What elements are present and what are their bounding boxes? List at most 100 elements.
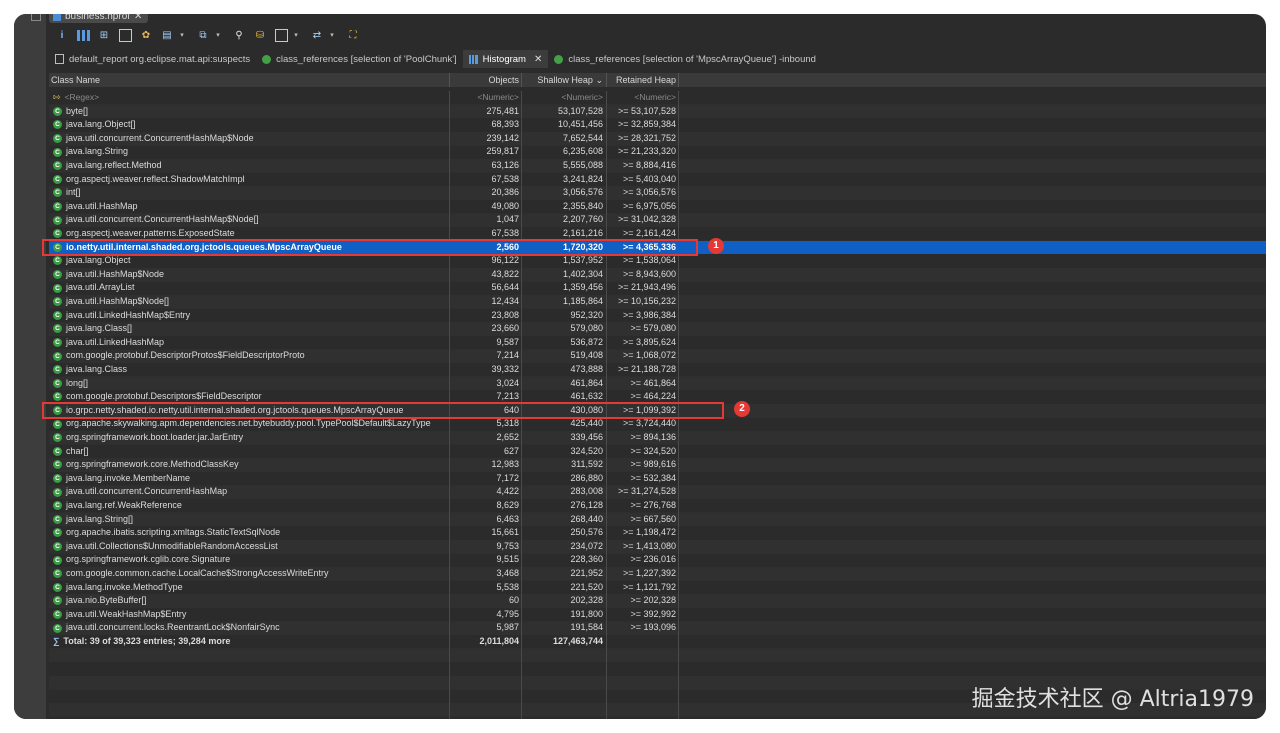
class-icon: C [53, 487, 62, 497]
query-browser-icon[interactable]: ⧉ [196, 28, 210, 42]
class-icon: C [53, 378, 62, 388]
thread-overview-icon[interactable]: ✿ [139, 28, 153, 42]
retained-filter-input[interactable]: <Numeric> [609, 91, 676, 105]
retained-heap-value: >= 1,198,472 [622, 527, 676, 538]
column-header-shallow-heap[interactable]: Shallow Heap ⌄ [529, 73, 603, 87]
table-row[interactable]: Corg.springframework.boot.loader.jar.Jar… [49, 431, 1266, 445]
table-row[interactable]: Cjava.util.WeakHashMap$Entry 4,795 191,800… [49, 608, 1266, 622]
table-row[interactable]: Cjava.lang.Class 39,332 473,888 >= 21,188,7… [49, 363, 1266, 377]
column-divider[interactable] [606, 73, 607, 87]
reports-icon[interactable]: ▤ [160, 28, 174, 42]
oql-icon[interactable] [118, 28, 132, 42]
table-row[interactable]: Cjava.lang.String 259,817 6,235,608 >= 21,2… [49, 145, 1266, 159]
table-row[interactable]: Cjava.nio.ByteBuffer[] 60 202,328 >= 202,32… [49, 594, 1266, 608]
table-row[interactable]: Ccom.google.common.cache.LocalCache$Stro… [49, 567, 1266, 581]
shallow-heap-value: 191,584 [570, 622, 603, 633]
annotation-highlight-box [42, 401, 724, 420]
table-row[interactable]: Cjava.util.concurrent.ConcurrentHashMap 4… [49, 485, 1266, 499]
tab-histogram[interactable]: Histogram ✕ [462, 50, 549, 68]
class-name: com.google.protobuf.DescriptorProtos$Fie… [66, 350, 305, 361]
table-row[interactable]: Cjava.lang.reflect.Method 63,126 5,555,088… [49, 159, 1266, 173]
tab-class-references-mpsc[interactable]: class_references [selection of 'MpscArra… [548, 50, 822, 68]
table-row[interactable]: Ccom.google.protobuf.DescriptorProtos$Fi… [49, 349, 1266, 363]
shallow-filter-input[interactable]: <Numeric> [527, 91, 603, 105]
class-icon: C [53, 351, 62, 361]
shallow-heap-value: 339,456 [570, 432, 603, 442]
table-row[interactable]: Cjava.util.concurrent.ConcurrentHashMap$… [49, 213, 1266, 227]
table-row[interactable]: Corg.apache.ibatis.scripting.xmltags.Sta… [49, 526, 1266, 540]
table-row[interactable]: Cjava.lang.ref.WeakReference 8,629 276,128… [49, 499, 1266, 513]
objects-value: 63,126 [491, 160, 519, 170]
table-row[interactable]: Clong[] 3,024 461,864 >= 461,864 [49, 377, 1266, 391]
table-row[interactable]: Cjava.util.HashMap 49,080 2,355,840 >= 6,97… [49, 200, 1266, 214]
close-icon[interactable]: ✕ [534, 54, 542, 65]
table-row[interactable]: Cint[] 20,386 3,056,576 >= 3,056,576 [49, 186, 1266, 200]
table-row[interactable]: Cjava.lang.invoke.MethodType 5,538 221,520… [49, 581, 1266, 595]
overview-icon[interactable]: i [55, 28, 69, 42]
table-row[interactable]: Corg.apache.skywalking.apm.dependencies.… [49, 417, 1266, 431]
export-icon[interactable]: ⛶ [346, 28, 360, 42]
table-row[interactable]: Cjava.lang.String[] 6,463 268,440 >= 667,56… [49, 513, 1266, 527]
reports-dropdown-icon[interactable]: ▾ [175, 28, 189, 42]
table-row[interactable]: Cchar[] 627 324,520 >= 324,520 [49, 445, 1266, 459]
search-icon[interactable]: ⚲ [232, 28, 246, 42]
objects-filter-input[interactable]: <Numeric> [449, 91, 519, 105]
retained-heap-value: >= 324,520 [630, 445, 676, 456]
regex-filter-input[interactable]: <Regex> [65, 91, 100, 105]
table-row[interactable]: Cjava.lang.Object 96,122 1,537,952 >= 1,538… [49, 254, 1266, 268]
table-row[interactable]: Cjava.lang.Class[] 23,660 579,080 >= 579,08… [49, 322, 1266, 336]
objects-value: 23,660 [491, 323, 519, 334]
table-row[interactable]: Cjava.util.concurrent.ConcurrentHashMap$… [49, 132, 1266, 146]
group-dropdown-icon[interactable]: ▾ [325, 28, 339, 42]
tab-default-report[interactable]: default_report org.eclipse.mat.api:suspe… [49, 50, 256, 68]
column-header-objects[interactable]: Objects [449, 73, 519, 87]
retained-heap-value: >= 21,233,320 [617, 146, 676, 157]
class-name: long[] [66, 377, 89, 388]
objects-value: 4,422 [496, 486, 519, 497]
column-divider[interactable] [678, 73, 679, 87]
tab-class-references-poolchunk[interactable]: class_references [selection of 'PoolChun… [256, 50, 463, 68]
table-row[interactable]: Cjava.lang.Object[] 68,393 10,451,456 >= 32… [49, 118, 1266, 132]
table-row[interactable]: Cbyte[] 275,481 53,107,528 >= 53,107,528 [49, 105, 1266, 119]
objects-value: 7,172 [496, 472, 519, 483]
class-icon: C [53, 134, 62, 144]
heap-dump-icon [53, 14, 61, 21]
shallow-heap-value: 6,235,608 [562, 146, 603, 157]
class-icon: C [53, 528, 62, 538]
table-row[interactable]: Cjava.util.LinkedHashMap$Entry 23,808 952,… [49, 309, 1266, 323]
table-row[interactable]: Cjava.util.HashMap$Node 43,822 1,402,304 >=… [49, 268, 1266, 282]
table-row[interactable]: Cjava.util.LinkedHashMap 9,587 536,872 >= 3… [49, 336, 1266, 350]
class-icon: C [53, 120, 62, 130]
class-icon: C [53, 338, 62, 348]
calculate-retained-icon[interactable] [274, 28, 288, 42]
column-header-class-name[interactable]: Class Name [51, 73, 100, 87]
editor-tab[interactable]: business.hprof ✕ [49, 14, 149, 23]
table-row[interactable]: Corg.springframework.cglib.core.Signatur… [49, 553, 1266, 567]
table-row[interactable]: Cjava.util.concurrent.locks.ReentrantLoc… [49, 621, 1266, 635]
table-row[interactable]: Corg.aspectj.weaver.reflect.ShadowMatchI… [49, 173, 1266, 187]
editor-tab-close-icon[interactable]: ✕ [134, 14, 142, 23]
heap-dump-overview-icon[interactable]: ⛁ [253, 28, 267, 42]
class-name: java.util.concurrent.locks.ReentrantLock… [66, 622, 280, 633]
histogram-toolbar-icon[interactable] [76, 28, 90, 42]
editor-tab-title: business.hprof [65, 14, 131, 22]
tab-label: class_references [selection of 'MpscArra… [568, 53, 816, 65]
objects-value: 7,214 [496, 350, 519, 361]
table-row[interactable]: Cjava.util.ArrayList 56,644 1,359,456 >= 21… [49, 281, 1266, 295]
query-dropdown-icon[interactable]: ▾ [211, 28, 225, 42]
group-by-icon[interactable]: ⇄ [310, 28, 324, 42]
column-divider[interactable] [521, 73, 522, 87]
calculate-dropdown-icon[interactable]: ▾ [289, 28, 303, 42]
minimize-icon[interactable] [31, 14, 41, 21]
column-header-retained-heap[interactable]: Retained Heap [614, 73, 676, 87]
table-row[interactable]: Cjava.util.Collections$UnmodifiableRando… [49, 540, 1266, 554]
table-row[interactable]: Cjava.lang.invoke.MemberName 7,172 286,880… [49, 472, 1266, 486]
table-row[interactable]: Corg.springframework.core.MethodClassKey… [49, 458, 1266, 472]
annotation-badge: 2 [734, 400, 750, 417]
class-name: java.util.ArrayList [66, 282, 135, 293]
table-row[interactable]: Cjava.util.HashMap$Node[] 12,434 1,185,864… [49, 295, 1266, 309]
dominator-tree-icon[interactable]: ⊞ [97, 28, 111, 42]
objects-value: 20,386 [491, 187, 519, 198]
shallow-heap-value: 5,555,088 [562, 160, 603, 170]
class-icon: C [53, 256, 62, 266]
